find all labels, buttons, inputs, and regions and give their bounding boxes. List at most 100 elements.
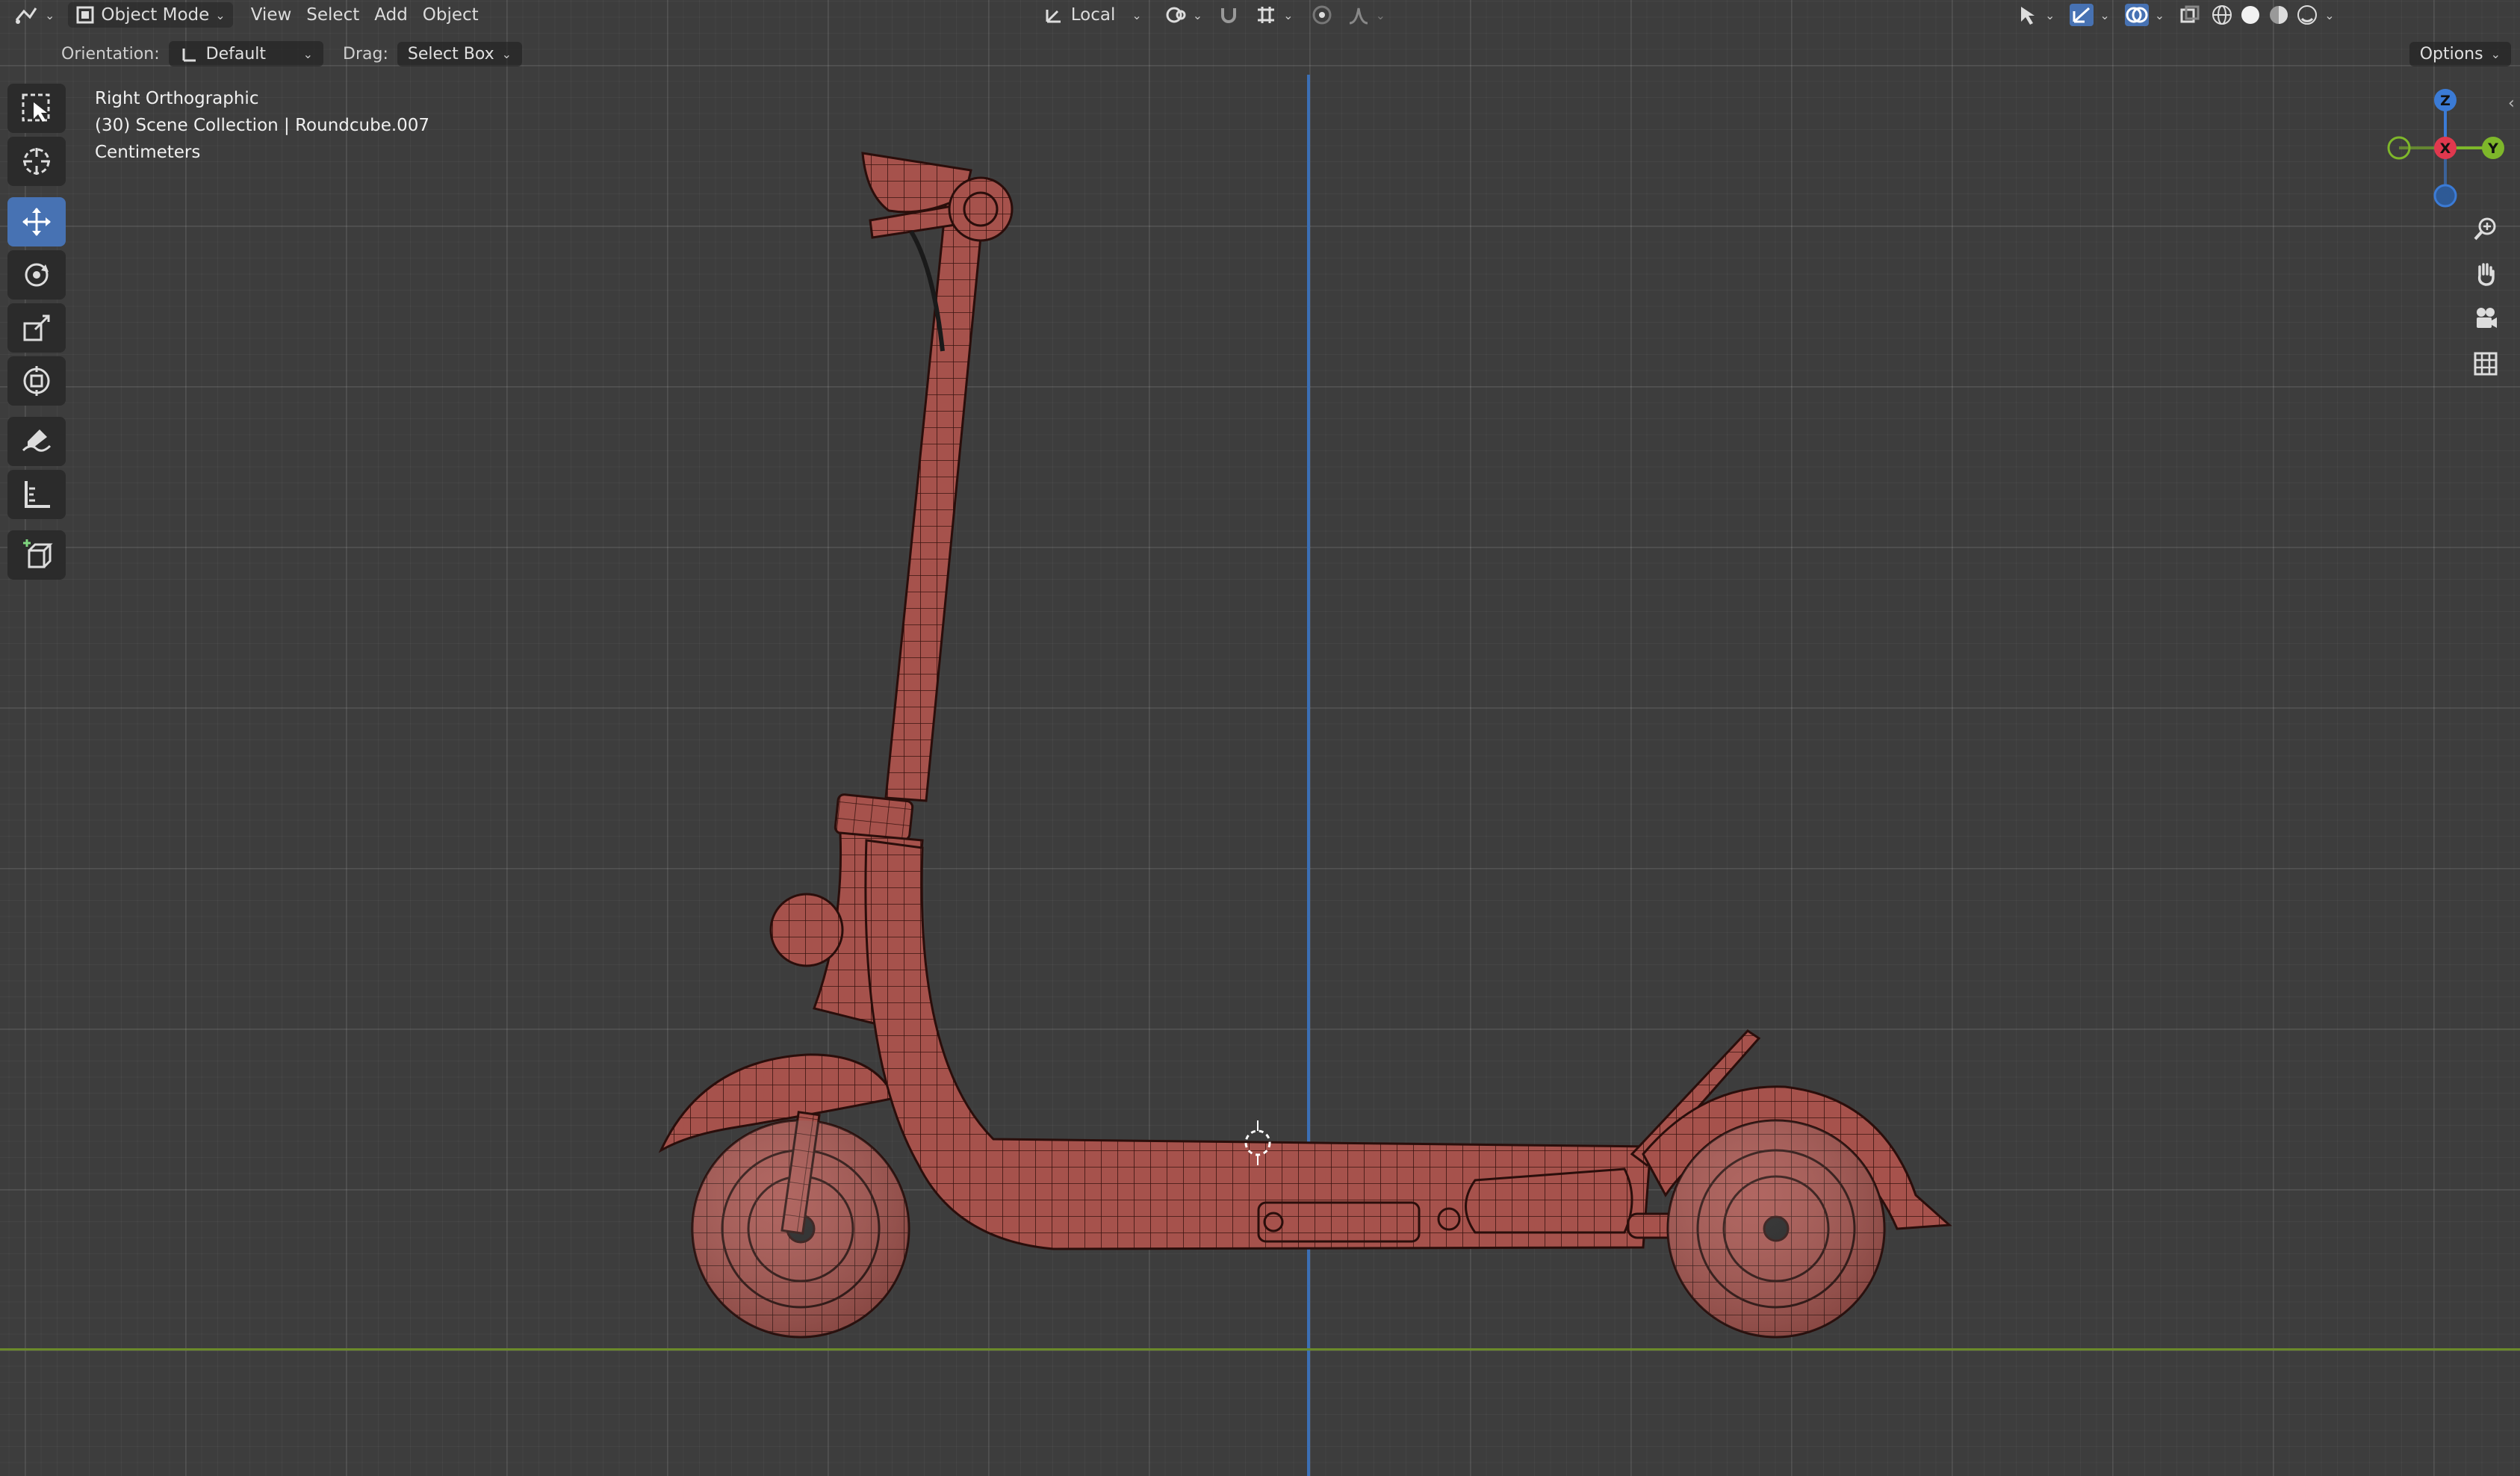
scooter-model[interactable] bbox=[0, 0, 2520, 1476]
tool-add-cube[interactable] bbox=[7, 530, 66, 580]
transform-icon bbox=[23, 366, 50, 396]
folding-hinge bbox=[769, 893, 844, 967]
options-dropdown[interactable]: Options ⌄ bbox=[2409, 41, 2511, 66]
tool-scale[interactable] bbox=[7, 303, 66, 353]
tool-measure[interactable] bbox=[7, 470, 66, 519]
viewport-editor-icon bbox=[15, 7, 37, 24]
chevron-down-icon: ⌄ bbox=[1375, 7, 1385, 22]
tool-settings-bar: Orientation: Default ⌄ Drag: Select Box … bbox=[0, 39, 2520, 69]
orientation-value: Default bbox=[205, 44, 267, 63]
viewport-header: ⌄ Object Mode ⌄ View Select Add Object L… bbox=[0, 0, 2520, 30]
orientation-dropdown[interactable]: Default ⌄ bbox=[168, 41, 324, 66]
selectability-dropdown[interactable]: ⌄ bbox=[2009, 1, 2062, 29]
chevron-down-icon: ⌄ bbox=[501, 46, 512, 61]
transform-orientation-dropdown[interactable]: Local ⌄ bbox=[1035, 1, 1149, 29]
pivot-label: Local bbox=[1070, 5, 1116, 25]
overlay-icon bbox=[2124, 4, 2149, 26]
chevron-down-icon: ⌄ bbox=[2044, 7, 2055, 22]
chevron-down-icon: ⌄ bbox=[2324, 7, 2335, 22]
scene-collection-info: (30) Scene Collection | Roundcube.007 bbox=[95, 116, 430, 135]
chevron-down-icon: ⌄ bbox=[2100, 7, 2110, 22]
viewport-info: Right Orthographic (30) Scene Collection… bbox=[95, 85, 429, 166]
chevron-down-icon: ⌄ bbox=[1283, 7, 1294, 22]
handlebar-knob bbox=[948, 176, 1014, 242]
mode-label: Object Mode bbox=[101, 5, 210, 25]
editor-type-button[interactable]: ⌄ bbox=[6, 1, 62, 29]
object-mode-icon bbox=[76, 6, 94, 24]
rotate-icon bbox=[25, 263, 49, 287]
navigation-gizmo[interactable]: Z Y X bbox=[2380, 84, 2514, 211]
add-cube-icon bbox=[23, 539, 53, 568]
solid-sphere-icon bbox=[2241, 6, 2260, 24]
camera-icon bbox=[2477, 308, 2497, 328]
move-arrows-icon bbox=[22, 208, 51, 236]
gizmo-y-label: Y bbox=[2487, 140, 2498, 157]
chevron-down-icon: ⌄ bbox=[2490, 46, 2501, 61]
falloff-curve-icon bbox=[1349, 7, 1368, 25]
menu-select[interactable]: Select bbox=[299, 2, 367, 28]
xray-icon bbox=[2180, 5, 2200, 23]
3d-viewport[interactable] bbox=[0, 0, 2520, 1476]
chevron-down-icon: ⌄ bbox=[1132, 7, 1142, 22]
tool-cursor[interactable] bbox=[7, 137, 66, 186]
tool-select-box[interactable] bbox=[7, 84, 66, 133]
tool-move[interactable] bbox=[7, 197, 66, 246]
hand-icon bbox=[2477, 263, 2495, 286]
shading-material[interactable] bbox=[2265, 1, 2293, 29]
3d-cursor-icon[interactable] bbox=[1241, 1120, 1274, 1165]
shading-solid[interactable] bbox=[2236, 1, 2265, 29]
rendered-sphere-icon bbox=[2297, 5, 2318, 25]
tool-shelf bbox=[7, 84, 67, 583]
magnet-icon bbox=[1221, 8, 1237, 23]
units-label: Centimeters bbox=[95, 143, 201, 162]
material-sphere-icon bbox=[2270, 6, 2288, 24]
gizmo-y-handle[interactable]: Y bbox=[2482, 137, 2504, 159]
menu-add[interactable]: Add bbox=[367, 2, 415, 28]
annotate-pencil-icon bbox=[22, 430, 52, 452]
measure-ruler-icon bbox=[25, 481, 50, 508]
orientation-label: Orientation: bbox=[61, 44, 160, 63]
menu-view[interactable]: View bbox=[243, 2, 300, 28]
overlay-toggle[interactable]: ⌄ bbox=[2117, 1, 2172, 29]
pivot-point-dropdown[interactable]: ⌄ bbox=[1157, 1, 1210, 29]
stem bbox=[884, 189, 986, 802]
zoom-button[interactable] bbox=[2469, 212, 2502, 246]
drag-label: Drag: bbox=[343, 44, 388, 63]
snap-toggle[interactable] bbox=[1210, 1, 1247, 29]
shading-options-dropdown[interactable]: ⌄ bbox=[2321, 5, 2337, 25]
gizmo-toggle[interactable]: ⌄ bbox=[2062, 1, 2117, 29]
xray-toggle[interactable] bbox=[2172, 1, 2208, 28]
snap-target-dropdown[interactable]: ⌄ bbox=[1247, 1, 1300, 29]
gizmo-x-handle[interactable]: X bbox=[2434, 137, 2457, 159]
drag-dropdown[interactable]: Select Box ⌄ bbox=[397, 41, 523, 66]
scale-icon bbox=[23, 314, 50, 341]
tool-annotate[interactable] bbox=[7, 417, 66, 466]
pan-button[interactable] bbox=[2469, 257, 2502, 291]
sidebar-toggle-arrow-icon[interactable]: ‹ bbox=[2508, 94, 2515, 113]
gizmo-x-label: X bbox=[2440, 140, 2451, 157]
menu-object[interactable]: Object bbox=[415, 2, 486, 28]
proportional-edit-icon bbox=[1312, 5, 1332, 25]
toggle-projection-button[interactable] bbox=[2469, 347, 2502, 381]
chevron-down-icon: ⌄ bbox=[215, 7, 226, 22]
shading-wireframe[interactable] bbox=[2208, 1, 2236, 29]
grid-icon bbox=[2474, 352, 2498, 376]
zoom-magnifier-icon bbox=[2474, 217, 2496, 241]
shading-rendered[interactable] bbox=[2293, 1, 2321, 29]
camera-view-button[interactable] bbox=[2469, 302, 2502, 336]
wireframe-sphere-icon bbox=[2212, 5, 2232, 25]
gizmo-z-handle[interactable]: Z bbox=[2434, 89, 2457, 111]
proportional-edit-toggle[interactable] bbox=[1304, 1, 1340, 28]
tool-rotate[interactable] bbox=[7, 250, 66, 300]
gizmo-icon bbox=[2070, 4, 2094, 26]
snap-increment-icon bbox=[1258, 7, 1275, 23]
tool-transform[interactable] bbox=[7, 356, 66, 406]
chevron-down-icon: ⌄ bbox=[1192, 7, 1203, 22]
drag-value: Select Box bbox=[407, 44, 494, 63]
chevron-down-icon: ⌄ bbox=[2154, 7, 2165, 22]
falloff-dropdown[interactable]: ⌄ bbox=[1340, 1, 1393, 29]
gizmo-z-label: Z bbox=[2440, 93, 2451, 109]
options-label: Options bbox=[2419, 44, 2483, 63]
local-orientation-icon bbox=[1046, 10, 1061, 23]
mode-dropdown[interactable]: Object Mode ⌄ bbox=[68, 2, 233, 28]
